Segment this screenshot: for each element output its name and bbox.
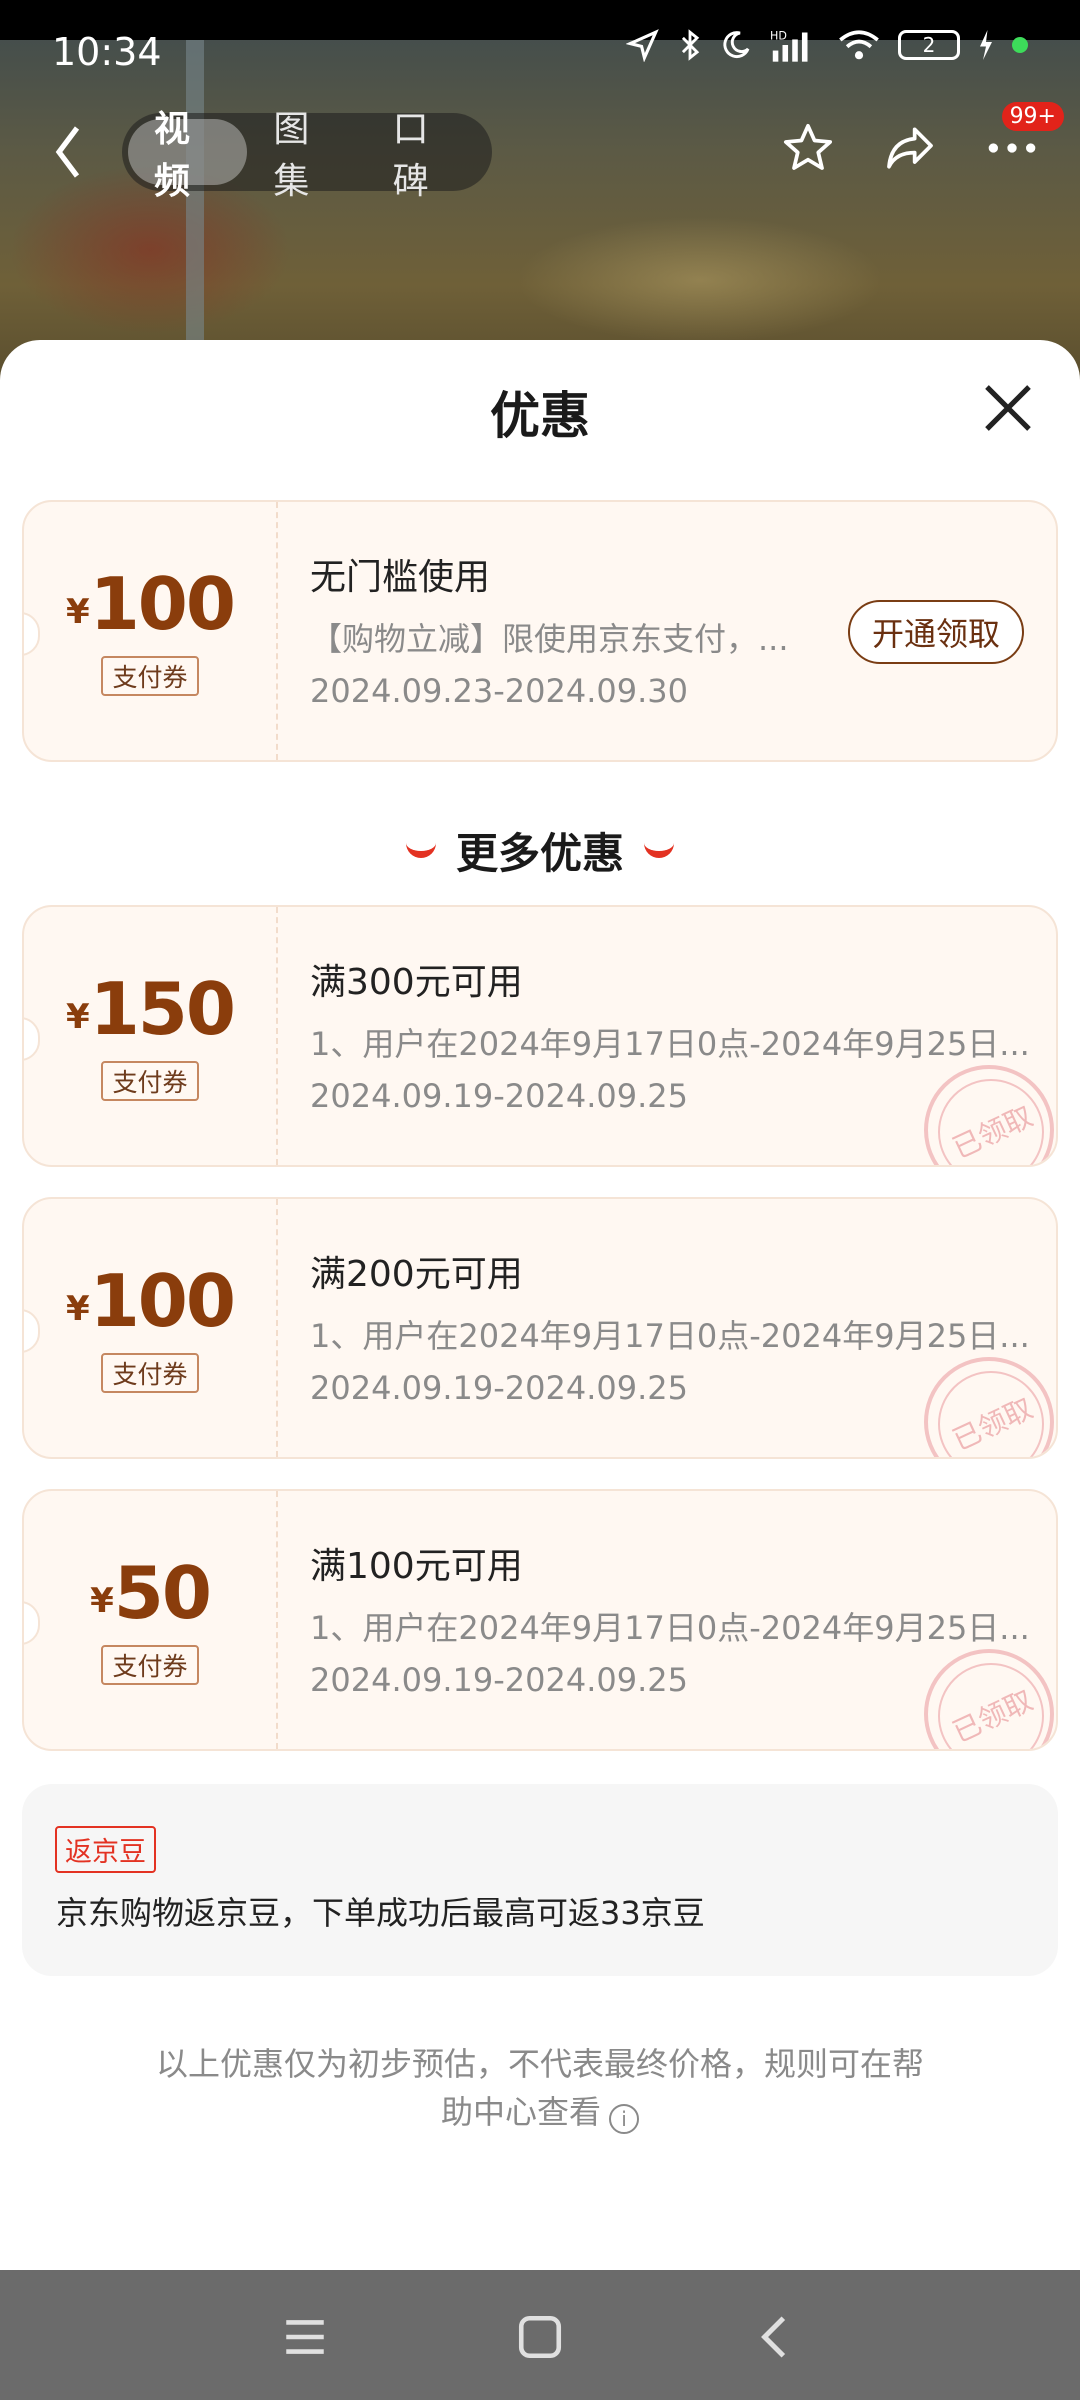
coupon-type-tag: 支付券	[101, 1061, 199, 1101]
coupon-type-tag: 支付券	[101, 1645, 199, 1685]
top-nav: 视频 图集 口碑 99+	[0, 102, 1080, 202]
coupon-divider	[276, 1491, 278, 1749]
home-icon[interactable]	[515, 2312, 565, 2362]
more-menu-icon[interactable]: 99+	[984, 102, 1064, 176]
coupon-amount: ¥100	[66, 1259, 236, 1343]
signal-icon: HD	[770, 29, 808, 62]
coupon-title: 无门槛使用	[310, 557, 491, 598]
disclaimer: 以上优惠仅为初步预估，不代表最终价格，规则可在帮 助中心查看 i	[120, 2040, 960, 2136]
discount-sheet: 优惠 ¥100 支付券 无门槛使用 【购物立减】限使用京东支付，... 2024…	[0, 340, 1080, 2270]
coupon-date-range: 2024.09.19-2024.09.25	[310, 1369, 688, 1407]
coupon-date-range: 2024.09.19-2024.09.25	[310, 1077, 688, 1115]
coupon-description: 1、用户在2024年9月17日0点-2024年9月25日...	[310, 1609, 1030, 1647]
disclaimer-line-2: 助中心查看 i	[120, 2088, 960, 2136]
system-nav-bar	[0, 2270, 1080, 2400]
coupon-amount: ¥50	[90, 1551, 212, 1635]
coupon-divider	[276, 502, 278, 760]
close-icon[interactable]	[980, 380, 1036, 436]
coupon-description: 【购物立减】限使用京东支付，...	[310, 620, 789, 658]
share-icon[interactable]	[882, 120, 938, 176]
location-arrow-icon	[626, 29, 659, 62]
coupon-divider	[276, 1199, 278, 1457]
back-icon[interactable]	[48, 122, 88, 182]
coupon-description: 1、用户在2024年9月17日0点-2024年9月25日...	[310, 1317, 1030, 1355]
coupon-type-tag: 支付券	[101, 656, 199, 696]
coupon-type-tag: 支付券	[101, 1353, 199, 1393]
activate-claim-button[interactable]: 开通领取	[847, 600, 1024, 664]
message-badge: 99+	[1001, 102, 1064, 131]
smile-icon	[405, 842, 436, 858]
coupon-title: 满300元可用	[310, 962, 523, 1003]
info-icon[interactable]: i	[609, 2104, 639, 2134]
coupon-card[interactable]: ¥100 支付券 满200元可用 1、用户在2024年9月17日0点-2024年…	[22, 1197, 1058, 1459]
coupon-date-range: 2024.09.23-2024.09.30	[310, 672, 688, 710]
coupon-divider	[276, 907, 278, 1165]
battery-icon: 2	[898, 30, 960, 60]
claimed-stamp: 已领取	[924, 1357, 1054, 1457]
more-discounts-header: 更多优惠	[0, 820, 1080, 881]
jd-beans-text: 京东购物返京豆，下单成功后最高可返33京豆	[56, 1894, 705, 1932]
svg-text:HD: HD	[770, 29, 787, 42]
coupon-description: 1、用户在2024年9月17日0点-2024年9月25日...	[310, 1025, 1030, 1063]
claimed-stamp: 已领取	[924, 1065, 1054, 1165]
back-nav-icon[interactable]	[750, 2312, 800, 2362]
coupon-title: 满200元可用	[310, 1254, 523, 1295]
coupon-value-area: ¥100 支付券	[24, 1199, 276, 1457]
coupon-value-area: ¥150 支付券	[24, 907, 276, 1165]
status-icons: HD 2	[626, 28, 1028, 62]
favorite-star-icon[interactable]	[780, 120, 836, 176]
jd-beans-tag: 返京豆	[55, 1826, 156, 1873]
coupon-amount: ¥150	[66, 967, 236, 1051]
bluetooth-icon	[681, 29, 700, 61]
primary-coupon: ¥100 支付券 无门槛使用 【购物立减】限使用京东支付，... 2024.09…	[22, 500, 1058, 762]
sheet-title: 优惠	[490, 387, 590, 445]
charging-dot	[1012, 37, 1028, 53]
smile-icon	[644, 842, 674, 858]
charging-icon	[980, 30, 992, 60]
coupon-amount: ¥100	[66, 562, 236, 646]
media-tabs: 视频 图集 口碑	[122, 109, 492, 202]
jd-beans-card: 返京豆 京东购物返京豆，下单成功后最高可返33京豆	[22, 1784, 1058, 1976]
disclaimer-line-1: 以上优惠仅为初步预估，不代表最终价格，规则可在帮	[155, 2045, 924, 2083]
tab-video[interactable]: 视频	[128, 109, 248, 202]
wifi-icon	[839, 30, 879, 60]
moon-icon	[723, 31, 750, 59]
tab-reviews[interactable]: 口碑	[367, 109, 486, 202]
nav-actions: 99+	[780, 102, 1064, 176]
coupon-date-range: 2024.09.19-2024.09.25	[310, 1661, 688, 1699]
coupon-title: 满100元可用	[310, 1546, 523, 1587]
coupon-value-area: ¥50 支付券	[24, 1491, 276, 1749]
status-time: 10:34	[52, 30, 162, 74]
coupon-card[interactable]: ¥50 支付券 满100元可用 1、用户在2024年9月17日0点-2024年9…	[22, 1489, 1058, 1751]
battery-level: 2	[922, 33, 936, 57]
claimed-stamp: 已领取	[924, 1649, 1054, 1749]
coupon-value-area: ¥100 支付券	[24, 502, 276, 760]
tab-gallery[interactable]: 图集	[247, 109, 366, 202]
coupon-card[interactable]: ¥150 支付券 满300元可用 1、用户在2024年9月17日0点-2024年…	[22, 905, 1058, 1167]
menu-icon[interactable]	[280, 2312, 330, 2362]
